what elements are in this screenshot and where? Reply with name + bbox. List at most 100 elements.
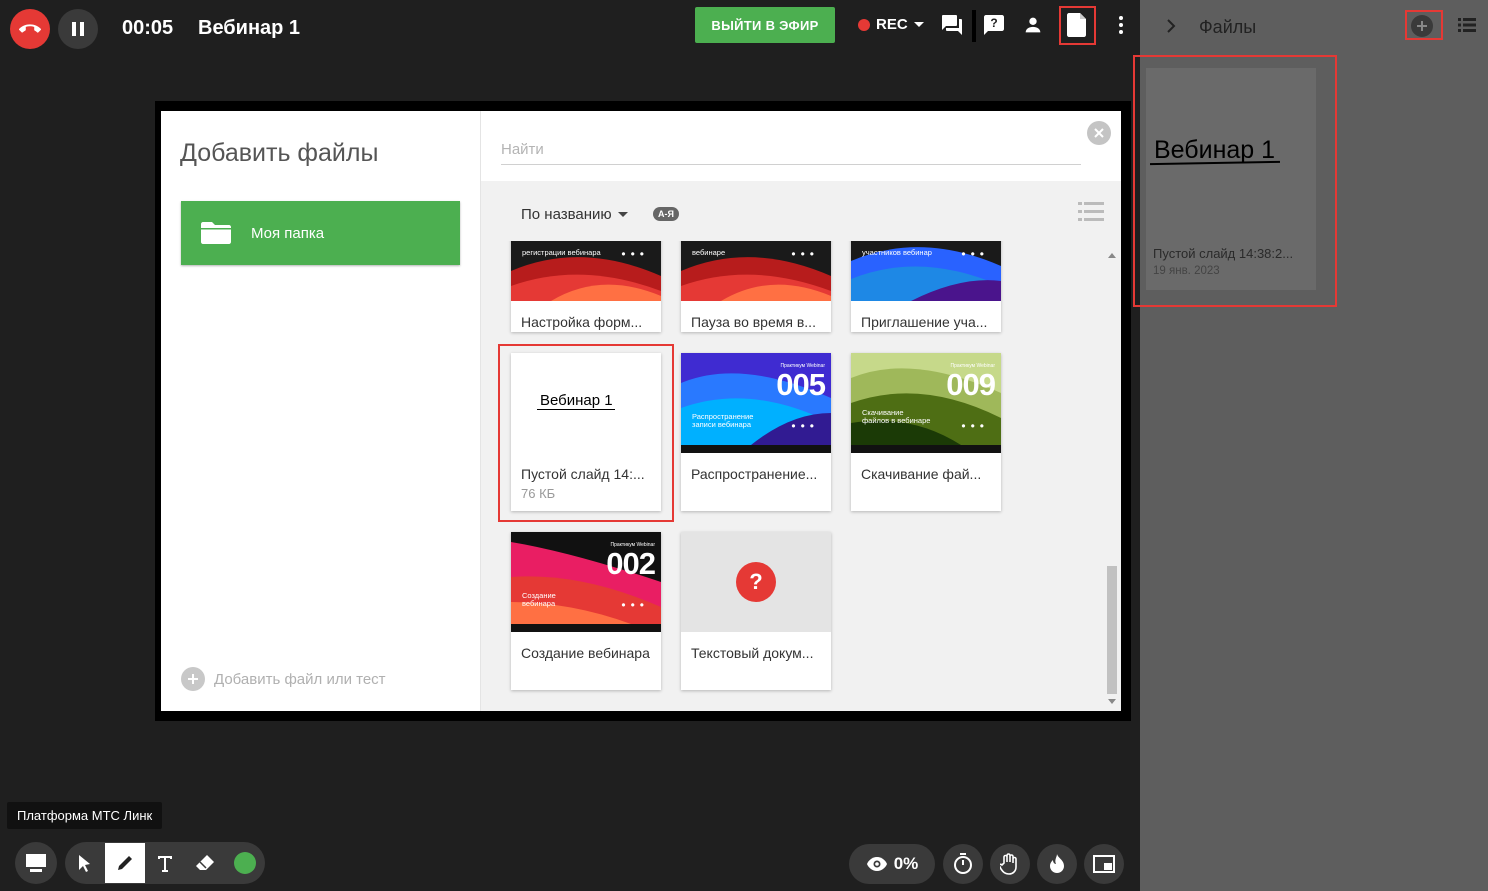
timer-button[interactable] [943,844,983,884]
pause-icon [72,22,84,36]
folder-icon [201,222,231,244]
end-call-icon [19,24,41,33]
text-tool[interactable] [145,843,185,883]
raise-hand-button[interactable] [990,844,1030,884]
dialog-sidebar: Добавить файлы Моя папка Добавить файл и… [161,111,481,711]
thumb-caption: Скачивание файлов в вебинаре [862,408,931,425]
monitor-icon [26,854,46,872]
dialog-title: Добавить файлы [180,139,379,167]
file-name: Распространение... [691,466,818,482]
scroll-up-arrow[interactable] [1108,253,1116,258]
list-view-icon [1458,18,1476,32]
search-field [501,141,1081,165]
chevron-down-icon [913,22,924,27]
go-on-air-button[interactable]: ВЫЙТИ В ЭФИР [695,7,835,43]
drawing-toolbar [15,842,265,884]
sort-order-badge[interactable]: А-Я [653,207,679,221]
file-grid-scrollbar[interactable] [1105,247,1119,705]
thumb-caption: Распространение записи вебинара [692,412,754,429]
rec-dropdown[interactable]: REC [858,16,924,33]
reactions-button[interactable] [1037,844,1077,884]
file-card[interactable]: вебинаре ••• Пауза во время в... [681,241,831,332]
file-name: Текстовый докум... [691,645,814,661]
file-card[interactable]: регистрации вебинара ••• Настройка форм.… [511,241,661,332]
list-view-toggle[interactable] [1078,201,1104,228]
file-thumbnail: Практикум Webinar 009 Скачивание файлов … [851,353,1001,453]
thumb-caption: участников вебинар [862,248,932,257]
unknown-file-icon: ? [736,562,776,602]
thumb-dots: ••• [961,247,989,261]
participants-button[interactable] [1020,12,1046,38]
pen-tool[interactable] [105,843,145,883]
chevron-down-icon [617,212,628,217]
more-vert-icon [1119,16,1123,34]
person-icon [1025,17,1041,33]
thumb-dots: ••• [621,247,649,261]
file-card[interactable]: Практикум Webinar 002 Создание вебинара … [511,532,661,690]
color-picker[interactable] [225,843,265,883]
eraser-icon [196,855,214,870]
sort-dropdown[interactable]: По названию [521,206,628,223]
search-input[interactable] [501,141,1081,158]
file-thumbnail: ? [681,532,831,632]
file-card[interactable]: ? Текстовый докум... [681,532,831,690]
pause-button[interactable] [58,9,98,49]
scroll-thumb[interactable] [1107,566,1117,694]
file-name: Приглашение уча... [861,314,988,330]
file-thumbnail: регистрации вебинара ••• [511,241,661,301]
file-name: Пауза во время в... [691,314,816,330]
list-view-button[interactable] [1458,17,1476,38]
dialog-content: По названию А-Я регистрации вебинара •••… [481,111,1121,711]
thumb-number: 005 [776,367,826,402]
thumb-caption: вебинаре [692,248,726,257]
file-name: Скачивание фай... [861,466,982,482]
picture-in-picture-button[interactable] [1084,844,1124,884]
thumb-dots: ••• [961,419,989,433]
top-bar: 00:05 Вебинар 1 ВЫЙТИ В ЭФИР REC ? [0,0,1140,58]
views-counter[interactable]: 0% [849,844,935,884]
files-panel-title: Файлы [1199,17,1257,37]
files-panel: Файлы Вебинар 1 Пустой слайд 14:38:2... … [1133,0,1488,891]
end-call-button[interactable] [10,9,50,49]
platform-tooltip: Платформа МТС Линк [7,802,163,829]
screen-share-button[interactable] [15,842,57,884]
close-dialog-button[interactable] [1087,121,1111,145]
stopwatch-icon [954,853,972,874]
add-files-dialog: Добавить файлы Моя папка Добавить файл и… [161,111,1121,711]
sort-toolbar: По названию А-Я [481,181,1121,241]
file-thumbnail: Практикум Webinar 005 Распространение за… [681,353,831,453]
add-file-or-test-button[interactable]: Добавить файл или тест [181,667,386,691]
rec-indicator-icon [858,18,870,31]
thumb-dots: ••• [791,247,819,261]
file-thumbnail: участников вебинар ••• [851,241,1001,301]
cursor-icon [79,855,90,872]
thumb-number: 009 [946,367,996,402]
file-name: Создание вебинара [521,645,650,661]
file-card[interactable]: Практикум Webinar 009 Скачивание файлов … [851,353,1001,511]
thumb-dots: ••• [791,419,819,433]
my-folder-button[interactable]: Моя папка [181,201,460,265]
more-menu-button[interactable] [1108,12,1134,38]
eye-icon [866,857,887,871]
chat-button[interactable] [939,12,965,38]
questions-button[interactable]: ? [981,12,1007,38]
chat-icon [942,15,962,35]
webinar-title: Вебинар 1 [198,17,301,39]
close-icon [1094,128,1104,138]
pointer-tool[interactable] [65,843,105,883]
sort-label: По названию [521,206,612,223]
scroll-down-arrow[interactable] [1108,699,1116,704]
selected-file-highlight [498,344,674,522]
toolbar-divider [972,10,976,42]
panel-file-highlight [1133,55,1337,307]
hand-icon [1000,853,1017,875]
eraser-tool[interactable] [185,843,225,883]
question-icon: ? [984,15,1004,35]
file-card[interactable]: Практикум Webinar 005 Распространение за… [681,353,831,511]
chevron-right-icon [1167,19,1176,33]
collapse-panel-button[interactable] [1164,18,1178,39]
views-percent: 0% [893,854,919,873]
file-card[interactable]: участников вебинар ••• Приглашение уча..… [851,241,1001,332]
fire-icon [1050,854,1064,873]
list-view-icon [1078,202,1104,221]
